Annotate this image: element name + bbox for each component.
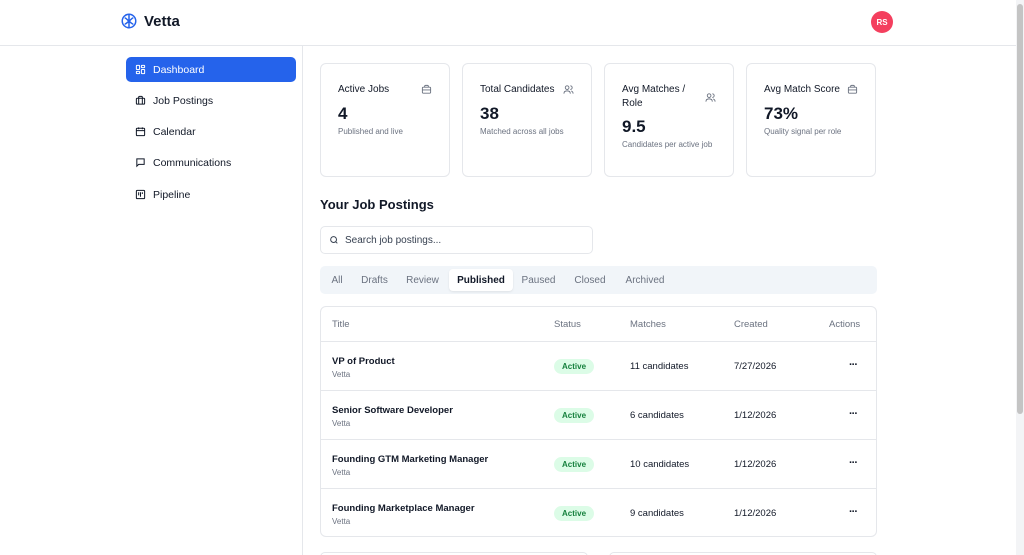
more-actions-icon[interactable]: ···	[845, 505, 861, 519]
sidebar-item-job-postings[interactable]: Job Postings	[126, 88, 296, 113]
job-title[interactable]: VP of Product	[332, 356, 395, 367]
job-title[interactable]: Founding GTM Marketing Manager	[332, 454, 488, 465]
pipeline-icon	[135, 189, 146, 200]
job-company: Vetta	[332, 468, 351, 477]
column-header-title[interactable]: Title	[332, 319, 350, 330]
job-matches: 6 candidates	[630, 410, 684, 421]
stat-value: 73%	[764, 104, 799, 123]
users-icon	[563, 85, 574, 94]
table-row[interactable]: Senior Software Developer Vetta Active 6…	[321, 390, 876, 439]
tab-closed[interactable]: Closed	[568, 269, 612, 291]
section-title: Your Job Postings	[320, 197, 434, 212]
tab-drafts[interactable]: Drafts	[354, 269, 395, 291]
sidebar-item-label: Dashboard	[153, 63, 205, 76]
column-header-status[interactable]: Status	[554, 319, 581, 330]
briefcase-icon	[847, 84, 858, 94]
stat-card-avg-match-score: Avg Match Score 73% Quality signal per r…	[746, 63, 876, 177]
stat-title: Avg Matches / Role	[622, 84, 686, 109]
sidebar-item-pipeline[interactable]: Pipeline	[126, 182, 296, 207]
job-matches: 9 candidates	[630, 508, 684, 519]
briefcase-icon	[135, 95, 146, 105]
job-company: Vetta	[332, 517, 351, 526]
more-actions-icon[interactable]: ···	[845, 407, 861, 421]
job-matches: 11 candidates	[630, 361, 689, 372]
stat-value: 4	[338, 104, 348, 123]
more-actions-icon[interactable]: ···	[845, 358, 861, 372]
users-icon	[705, 93, 716, 102]
column-header-created[interactable]: Created	[734, 319, 768, 330]
more-actions-icon[interactable]: ···	[845, 456, 861, 470]
status-badge: Active	[554, 408, 595, 423]
app-name: Vetta	[144, 12, 180, 30]
search-icon	[330, 236, 338, 244]
tab-paused[interactable]: Paused	[517, 269, 560, 291]
tab-review[interactable]: Review	[400, 269, 445, 291]
dashboard-icon	[135, 64, 146, 75]
job-created-date: 7/27/2026	[734, 361, 777, 372]
job-company: Vetta	[332, 419, 351, 428]
job-created-date: 1/12/2026	[734, 508, 777, 519]
status-badge: Active	[554, 506, 595, 521]
tab-all[interactable]: All	[325, 269, 349, 291]
sidebar-item-calendar[interactable]: Calendar	[126, 119, 296, 144]
search-box[interactable]	[320, 226, 593, 254]
sidebar-item-label: Communications	[153, 156, 232, 169]
table-row[interactable]: Founding GTM Marketing Manager Vetta Act…	[321, 439, 876, 488]
stat-subtitle: Quality signal per role	[764, 127, 842, 136]
sidebar-item-label: Job Postings	[153, 94, 214, 107]
stat-subtitle: Published and live	[338, 127, 403, 136]
status-badge: Active	[554, 457, 595, 472]
calendar-icon	[135, 127, 146, 137]
status-badge: Active	[554, 359, 595, 374]
sidebar-item-dashboard[interactable]: Dashboard	[126, 57, 296, 82]
stat-subtitle: Matched across all jobs	[480, 127, 564, 136]
stat-value: 38	[480, 104, 499, 123]
scrollbar-thumb[interactable]	[1017, 4, 1023, 414]
job-company: Vetta	[332, 370, 351, 379]
stat-card-total-candidates: Total Candidates 38 Matched across all j…	[462, 63, 592, 177]
job-created-date: 1/12/2026	[734, 459, 777, 470]
stat-subtitle: Candidates per active job	[622, 140, 713, 149]
top-bar: Vetta RS	[0, 0, 1016, 46]
postings-table: Title Status Matches Created Actions VP …	[320, 306, 877, 537]
stat-title: Active Jobs	[338, 84, 390, 95]
brain-logo-icon	[121, 13, 137, 29]
user-avatar[interactable]: RS	[871, 11, 893, 33]
chat-icon	[136, 158, 145, 168]
table-row[interactable]: Founding Marketplace Manager Vetta Activ…	[321, 488, 876, 537]
table-row[interactable]: VP of Product Vetta Active 11 candidates…	[321, 341, 876, 390]
column-header-actions: Actions	[829, 319, 861, 330]
job-matches: 10 candidates	[630, 459, 690, 470]
sidebar-item-label: Calendar	[153, 125, 196, 138]
stat-card-active-jobs: Active Jobs 4 Published and live	[320, 63, 450, 177]
job-created-date: 1/12/2026	[734, 410, 777, 421]
stat-value: 9.5	[622, 117, 646, 136]
column-header-matches[interactable]: Matches	[630, 319, 666, 330]
briefcase-icon	[421, 84, 432, 94]
stat-title: Avg Match Score	[764, 84, 840, 95]
tab-published[interactable]: Published	[449, 269, 513, 291]
status-tabs: All Drafts Review Published Paused Close…	[320, 266, 877, 294]
page-scrollbar[interactable]	[1016, 0, 1024, 555]
sidebar-item-label: Pipeline	[153, 188, 191, 201]
search-input[interactable]	[345, 234, 585, 246]
job-title[interactable]: Senior Software Developer	[332, 405, 453, 416]
stat-card-avg-matches: Avg Matches / Role 9.5 Candidates per ac…	[604, 63, 734, 177]
tab-archived[interactable]: Archived	[619, 269, 671, 291]
job-title[interactable]: Founding Marketplace Manager	[332, 503, 475, 514]
brand[interactable]: Vetta	[120, 12, 180, 30]
sidebar-item-communications[interactable]: Communications	[126, 150, 296, 175]
stat-title: Total Candidates	[480, 84, 555, 95]
